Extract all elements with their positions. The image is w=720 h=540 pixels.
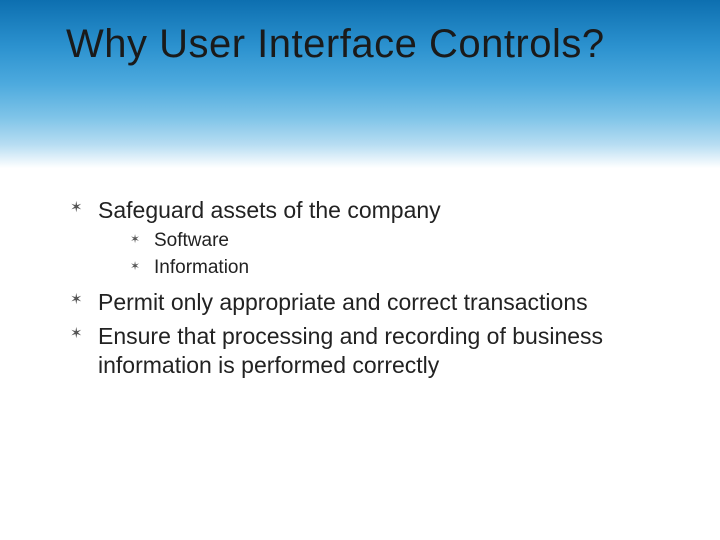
slide-title: Why User Interface Controls? <box>66 22 666 67</box>
sub-bullet-text: Information <box>154 257 249 278</box>
slide: Why User Interface Controls? Safeguard a… <box>0 0 720 540</box>
content-area: Safeguard assets of the company Software… <box>66 196 666 384</box>
bullet-text: Safeguard assets of the company <box>98 197 441 223</box>
sub-bullet-item: Information <box>126 256 666 280</box>
sub-bullet-list: Software Information <box>126 229 666 280</box>
sub-bullet-item: Software <box>126 229 666 253</box>
bullet-text: Permit only appropriate and correct tran… <box>98 289 588 315</box>
bullet-list: Safeguard assets of the company Software… <box>66 196 666 380</box>
bullet-item: Ensure that processing and recording of … <box>66 322 666 381</box>
bullet-item: Permit only appropriate and correct tran… <box>66 288 666 317</box>
bullet-text: Ensure that processing and recording of … <box>98 323 603 378</box>
sub-bullet-text: Software <box>154 230 229 251</box>
bullet-item: Safeguard assets of the company Software… <box>66 196 666 280</box>
